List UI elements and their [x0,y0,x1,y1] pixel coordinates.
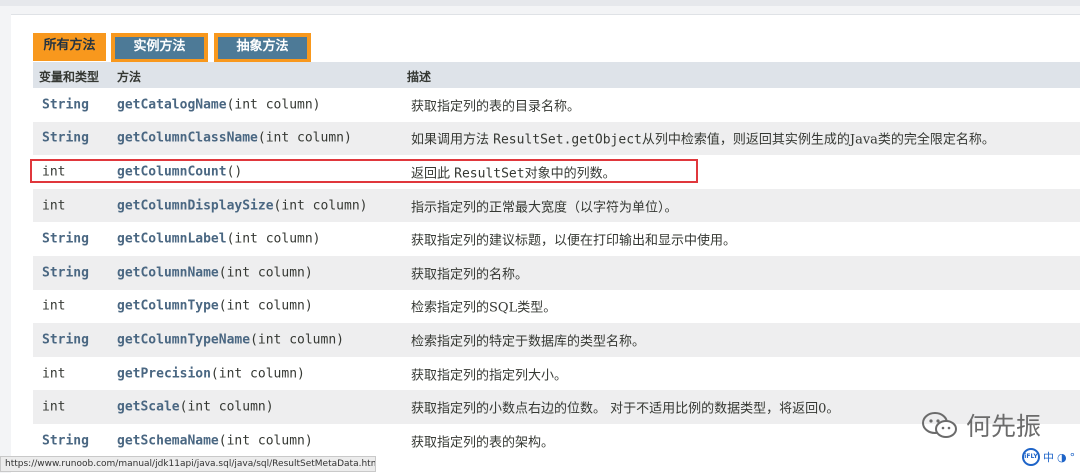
method-name-link[interactable]: getColumnDisplaySize [117,198,274,213]
table-row: String getColumnClassName(int column) 如果调用… [33,121,1080,156]
method-description: 获取指定列的建议标题，以便在打印输出和显示中使用。 [411,230,736,249]
method-name-link[interactable]: getCatalogName [117,97,227,112]
description-text: 检索指定列的SQL类型。 [411,300,557,316]
method-description: 获取指定列的指定列大小。 [411,364,567,383]
table-row: String getColumnLabel(int column) 获取指定列的建议… [33,222,1080,256]
method-description: 获取指定列的小数点右边的位数。 对于不适用比例的数据类型，将返回0。 [411,398,839,417]
method-params: (int column) [257,130,352,146]
method-params: (int column) [226,231,321,247]
method-name-link[interactable]: getColumnTypeName [117,332,250,347]
method-signature: getScale(int column) [117,400,274,415]
method-description: 指示指定列的正常最大宽度（以字符为单位）。 [411,196,678,215]
table-row: int getColumnDisplaySize(int column) 指示指定列… [33,188,1080,223]
method-params: (int column) [273,198,368,214]
ime-indicator[interactable]: iFLY 中 ◑ ° [1022,447,1080,467]
method-name-link[interactable]: getSchemaName [117,433,219,448]
description-text: 获取指定列的名称。 [411,267,529,283]
return-type: int [42,198,66,214]
top-band [0,0,1080,6]
method-params: (int column) [250,332,344,348]
method-signature: getColumnType(int column) [117,299,313,314]
return-type: int [42,399,66,415]
ime-punct: ° [1069,450,1076,464]
return-type[interactable]: String [42,131,89,146]
return-type: int [42,366,66,382]
method-signature: getPrecision(int column) [117,366,305,381]
table-row: String getColumnName(int column) 获取指定列的名称。 [33,255,1080,290]
method-description: 获取指定列的表的目录名称。 [411,95,580,114]
return-type[interactable]: String [42,433,89,448]
table-row: String getCatalogName(int column) 获取指定列的表的… [33,88,1080,122]
method-description: 检索指定列的SQL类型。 [411,297,556,316]
method-description: 检索指定列的特定于数据库的类型名称。 [411,330,645,349]
return-type[interactable]: String [42,97,89,112]
red-highlight-box [30,159,698,183]
method-name-link[interactable]: getColumnLabel [117,232,227,247]
wechat-icon [922,412,957,438]
tab-abstract-methods[interactable]: 抽象方法 [214,33,311,63]
method-params: (int column) [210,366,305,382]
method-signature: getColumnTypeName(int column) [117,332,344,347]
description-text: 指示指定列的正常最大宽度（以字符为单位）。 [411,200,678,216]
header-description: 描述 [407,70,432,84]
watermark-text: 何先振 [966,412,1042,441]
method-name-link[interactable]: getColumnClassName [117,131,258,146]
ime-logo-icon: iFLY [1022,448,1040,466]
tab-all-methods[interactable]: 所有方法 [33,33,106,61]
return-type[interactable]: String [42,232,89,247]
ime-mode: 中 [1043,451,1054,464]
header-type: 变量和类型 [39,70,100,84]
method-description: 获取指定列的表的架构。 [411,431,554,450]
method-signature: getSchemaName(int column) [117,433,313,448]
method-name-link[interactable]: getPrecision [117,366,211,381]
method-name-link[interactable]: getColumnName [117,265,219,280]
description-text: 如果调用方法 [411,132,494,148]
watermark: 何先振 [920,408,1041,442]
method-params: (int column) [218,298,313,314]
javadoc-content: 所有方法 实例方法 抽象方法 变量和类型 方法 描述 String getCata… [11,14,1080,473]
description-text: 检索指定列的特定于数据库的类型名称。 [411,334,646,350]
method-signature: getColumnDisplaySize(int column) [117,198,367,213]
method-description: 如果调用方法 ResultSet.getObject从列中检索值，则返回其实例生… [411,129,995,148]
table-header: 变量和类型 方法 描述 [33,62,1080,88]
description-text: 从列中检索值，则返回其实例生成的Java类的完全限定名称。 [641,132,995,148]
return-type[interactable]: String [42,265,89,280]
table-row: int getColumnType(int column) 检索指定列的SQL类型。 [33,290,1080,324]
table-row: String getColumnTypeName(int column) 检索指定列… [33,323,1080,357]
method-signature: getColumnClassName(int column) [117,131,352,146]
method-params: (int column) [218,265,313,281]
method-signature: getCatalogName(int column) [117,97,321,112]
description-text: 获取指定列的指定列大小。 [411,368,568,384]
method-params: (int column) [218,433,313,449]
method-params: (int column) [179,399,274,415]
table-row: int getPrecision(int column) 获取指定列的指定列大小。 [33,357,1080,391]
description-text: 获取指定列的建议标题，以便在打印输出和显示中使用。 [411,233,737,249]
return-type[interactable]: String [42,332,89,347]
description-text: 获取指定列的小数点右边的位数。 对于不适用比例的数据类型，将返回0。 [411,401,840,417]
return-type: int [42,298,66,314]
description-text: 获取指定列的表的架构。 [411,435,555,451]
moon-icon: ◑ [1057,450,1067,464]
method-params: (int column) [226,97,321,113]
description-text: 获取指定列的表的目录名称。 [411,99,581,115]
table-body: String getCatalogName(int column) 获取指定列的表的… [33,88,1080,458]
method-summary-table: 变量和类型 方法 描述 String getCatalogName(int col… [33,62,1080,458]
link-status-bar: https://www.runoob.com/manual/jdk11api/j… [0,456,376,472]
method-name-link[interactable]: getColumnType [117,299,219,314]
description-code: ResultSet.getObject [493,132,642,148]
method-description: 获取指定列的名称。 [411,263,528,282]
tab-instance-methods[interactable]: 实例方法 [111,33,208,63]
method-signature: getColumnLabel(int column) [117,232,321,247]
method-signature: getColumnName(int column) [117,265,313,280]
method-name-link[interactable]: getScale [117,400,180,415]
header-method: 方法 [117,70,142,84]
